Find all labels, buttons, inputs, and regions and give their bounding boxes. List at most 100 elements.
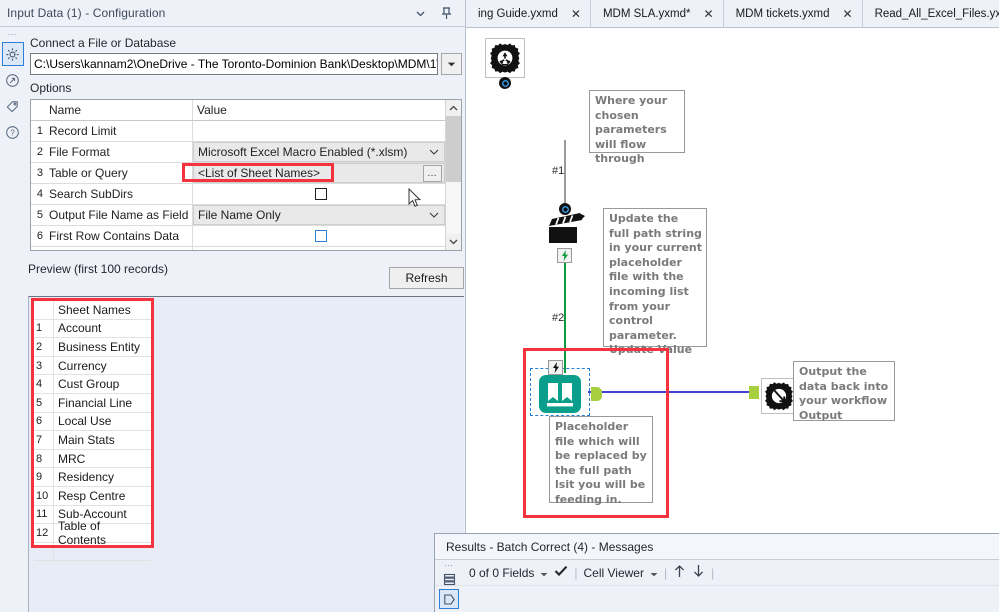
arrow-down-icon[interactable] [692,564,705,581]
row-name: Table or Query [45,163,193,183]
tab-item[interactable]: ing Guide.yxmd ✕ [466,0,591,27]
tab-item[interactable]: MDM tickets.yxmd ✕ [723,0,863,27]
search-subdirs-checkbox[interactable] [315,188,327,200]
row-name: Search SubDirs [45,184,193,204]
list-item[interactable]: 2 Business Entity [34,338,151,357]
ann-control-parameter: Where your chosen parameters will flow t… [589,90,685,165]
browse-ellipsis-button[interactable]: … [423,164,442,182]
preview-row-value: Resp Centre [58,488,126,503]
list-item[interactable]: 10 Resp Centre [34,486,151,506]
input-anchor[interactable] [749,386,759,399]
list-item[interactable]: 6 Local Use [34,412,151,432]
file-path-input[interactable]: C:\Users\kannam2\OneDrive - The Toronto-… [30,53,438,75]
results-toolbar: 0 of 0 Fields | Cell Viewer | | [435,560,999,586]
row-name: Record Limit [45,121,193,141]
mouse-cursor [408,188,421,207]
file-format-value: Microsoft Excel Macro Enabled (*.xlsm) [198,145,408,159]
options-header-name: Name [45,100,193,120]
list-item[interactable]: 12 Table of Contents [34,519,151,547]
row-number: 1 [36,125,43,137]
results-title: Results - Batch Correct (4) - Messages [435,534,999,560]
rail-drag-dots: ⋯ [7,29,18,39]
options-label: Options [30,81,72,95]
caret-down-icon[interactable] [540,566,548,580]
file-dropdown-button[interactable] [441,53,462,75]
row-value [193,247,445,250]
table-row[interactable]: 6 First Row Contains Data [31,226,445,247]
chevron-down-icon[interactable] [446,234,461,250]
list-item[interactable]: 1 Account [34,319,151,339]
table-row[interactable]: 5 Output File Name as Field File Name On… [31,205,445,226]
tag-icon[interactable] [2,94,24,118]
tab-item-active[interactable]: Read_All_Excel_Files.yxmd* [862,0,999,27]
lightning-badge-icon [548,360,563,375]
row-value-output-file-name[interactable]: File Name Only [193,205,445,225]
row-number: 5 [36,209,43,221]
node-input-data[interactable] [530,360,602,416]
table-row[interactable]: 1 Record Limit [31,121,445,142]
list-item[interactable]: 3 Currency [34,356,151,376]
clapperboard-icon [549,213,585,243]
list-item[interactable]: 8 MRC [34,449,151,469]
chevron-up-icon[interactable] [446,100,461,116]
preview-row-number: 5 [34,393,54,412]
preview-row-value [54,543,151,561]
table-row[interactable]: 4 Search SubDirs [31,184,445,205]
preview-row-number: 4 [34,375,54,393]
chevron-down-icon[interactable] [429,210,444,221]
first-row-contains-data-checkbox[interactable] [315,230,327,242]
chevron-down-icon[interactable] [407,0,433,26]
preview-row-value: Account [58,321,102,336]
row-name: File Format [45,142,193,162]
workflow-tab-bar: ing Guide.yxmd ✕ MDM SLA.yxmd* ✕ MDM tic… [466,0,999,28]
lightning-badge-icon [557,248,572,263]
output-anchor[interactable] [591,387,602,401]
preview-column-header: Sheet Names [58,302,131,317]
caret-down-icon[interactable] [650,566,658,580]
table-row[interactable]: 3 Table or Query <List of Sheet Names> … [31,163,445,184]
preview-row-number: 10 [34,486,54,505]
options-header-value: Value [197,103,227,117]
row-number: 3 [36,167,43,179]
table-icon[interactable] [439,569,459,589]
preview-row-number: 2 [34,338,54,356]
table-row[interactable]: 2 File Format Microsoft Excel Macro Enab… [31,142,445,163]
row-value-record-limit[interactable] [193,121,445,141]
message-icon[interactable] [439,589,459,609]
list-item[interactable]: 9 Residency [34,468,151,487]
pin-icon[interactable] [433,0,459,26]
list-item[interactable]: 7 Main Stats [34,431,151,450]
arrow-up-icon[interactable] [673,564,686,581]
workflow-canvas[interactable]: #1 #2 Where your chosen parameters will … [467,28,999,533]
options-scrollbar[interactable] [445,100,461,250]
tab-item[interactable]: MDM SLA.yxmd* ✕ [590,0,724,27]
list-item[interactable]: 4 Cust Group [34,375,151,394]
row-value-file-format[interactable]: Microsoft Excel Macro Enabled (*.xlsm) [193,142,445,162]
preview-label: Preview (first 100 records) [28,262,169,276]
gear-icon[interactable] [1,42,24,66]
row-value-table-or-query[interactable]: <List of Sheet Names> … [193,163,445,183]
row-name: Output File Name as Field [45,205,193,225]
arrow-circle-icon[interactable] [2,68,24,92]
wire-label-1: #1 [552,165,565,177]
preview-row-number: 7 [34,431,54,449]
fields-count-label: 0 of 0 Fields [469,565,535,580]
question-circle-icon[interactable]: ? [2,120,24,144]
gear-recycle-icon [490,43,520,74]
close-icon[interactable]: ✕ [704,7,714,21]
teal-book-icon [539,375,581,413]
row-name: First Row Contains Data [45,226,193,246]
close-icon[interactable]: ✕ [571,7,581,21]
tab-label: MDM tickets.yxmd [735,7,830,20]
row-value-first-row-contains-data[interactable] [193,226,445,246]
refresh-button[interactable]: Refresh [389,267,464,289]
scrollbar-thumb[interactable] [446,116,461,182]
node-control-parameter[interactable] [485,38,525,89]
close-icon[interactable]: ✕ [843,7,853,21]
list-item[interactable]: 5 Financial Line [34,393,151,413]
chevron-down-icon[interactable] [429,147,444,158]
table-or-query-value: <List of Sheet Names> [198,166,321,180]
check-icon[interactable] [554,565,568,580]
preview-row-value: Financial Line [58,395,133,410]
cell-viewer-label[interactable]: Cell Viewer [584,566,644,580]
